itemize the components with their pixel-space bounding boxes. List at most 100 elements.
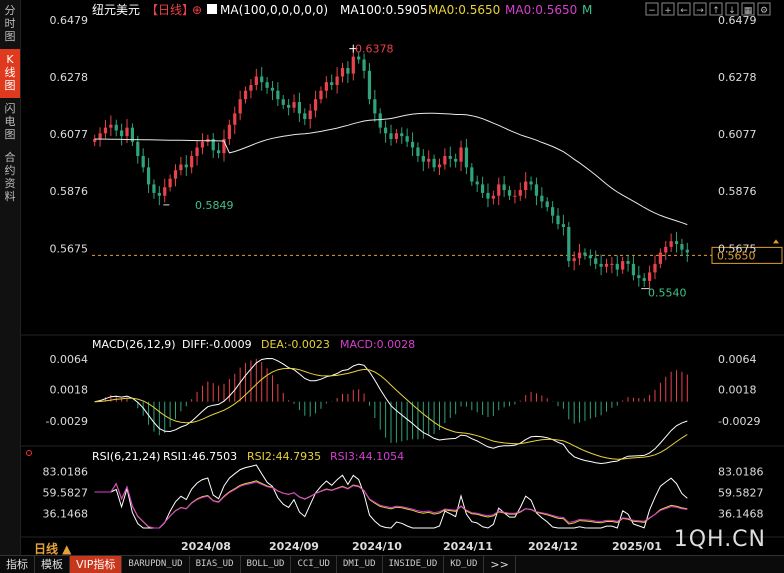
candle-body: [491, 195, 495, 199]
indicator-tab-0[interactable]: 指标: [0, 556, 35, 573]
indicator-tab-7[interactable]: DMI_UD: [337, 556, 383, 573]
price-tick-left: 0.5675: [50, 242, 89, 255]
candle-body: [157, 192, 161, 196]
high-marker-label: 0.6378: [355, 43, 394, 56]
right-arrow-icon-glyph: →: [696, 6, 704, 16]
x-axis-label: 2024/12: [528, 540, 578, 553]
candle-body: [669, 241, 673, 247]
candle-body: [567, 226, 571, 262]
macd-value: MACD:0.0028: [340, 338, 415, 351]
candle-body: [410, 141, 415, 148]
candle-body: [540, 195, 544, 202]
candle-body: [437, 164, 442, 168]
down-arrow-icon-glyph: ↓: [728, 6, 736, 16]
current-price-label: 0.5650: [717, 249, 756, 262]
x-axis-label: 2024/10: [352, 540, 402, 553]
candle-body: [664, 246, 668, 253]
current-price-arrow-icon: [773, 239, 779, 244]
candle-body: [464, 147, 469, 168]
indicator-tab-6[interactable]: CCI_UD: [291, 556, 337, 573]
price-tick-left: 0.6278: [50, 71, 89, 84]
candle-body: [486, 192, 490, 199]
settings-icon-glyph: ⚙: [760, 6, 768, 16]
candle-body: [394, 133, 399, 139]
candle-body: [292, 102, 296, 108]
candle-body: [443, 156, 447, 165]
plus-icon: ⊕: [192, 3, 202, 17]
candle-body: [168, 178, 172, 188]
rsi-tick-left: 83.0186: [43, 465, 89, 478]
candle-body: [599, 263, 603, 267]
candle-body: [184, 164, 188, 168]
rsi-tick-left: 36.1468: [43, 507, 89, 520]
candle-body: [373, 99, 377, 114]
candle-body: [405, 136, 409, 142]
candle-body: [109, 124, 113, 128]
ma-menu-m: M: [582, 3, 592, 17]
candle-body: [621, 261, 625, 270]
candle-body: [265, 82, 269, 88]
rsi-settings-icon[interactable]: [26, 450, 32, 456]
macd-tick-left: 0.0064: [50, 353, 89, 366]
indicator-tab-10[interactable]: >>: [484, 556, 516, 573]
candle-body: [551, 207, 555, 216]
grid-icon-glyph: ▦: [744, 6, 753, 16]
price-tick-right: 0.5876: [718, 185, 757, 198]
price-tick-right: 0.6278: [718, 71, 757, 84]
candle-body: [658, 252, 662, 264]
ma-setting-icon[interactable]: [207, 4, 217, 14]
candle-body: [163, 187, 167, 196]
price-tick-left: 0.5876: [50, 185, 89, 198]
candle-body: [233, 113, 237, 125]
candle-body: [378, 113, 382, 128]
symbol-name: 纽元美元: [92, 3, 140, 17]
candle-body: [604, 263, 609, 267]
rsi1-value: RSI1:46.7503: [163, 450, 237, 463]
candle-body: [583, 252, 587, 256]
indicator-tab-9[interactable]: KD_UD: [444, 556, 485, 573]
macd-diff: DIFF:-0.0009: [182, 338, 252, 351]
rsi-tick-right: 36.1468: [718, 507, 764, 520]
macd-title: MACD(26,12,9): [92, 338, 176, 351]
candle-body: [518, 190, 522, 196]
x-axis-label: 2024/11: [443, 540, 493, 553]
indicator-tab-8[interactable]: INSIDE_UD: [383, 556, 445, 573]
ma100-value: MA100:0.5905: [340, 3, 428, 17]
candle-body: [685, 249, 689, 253]
candle-body: [389, 133, 393, 139]
candle-body: [556, 215, 560, 225]
ma-setting-label: MA(100,0,0,0,0,0): [220, 3, 328, 17]
candle-body: [200, 141, 205, 148]
candle-body: [383, 127, 388, 134]
candle-body: [313, 99, 318, 111]
candle-body: [260, 76, 264, 83]
candle-body: [637, 275, 641, 279]
candle-body: [367, 70, 372, 100]
candle-body: [454, 158, 458, 162]
indicator-tab-2[interactable]: VIP指标: [70, 556, 123, 573]
price-tick-left: 0.6077: [50, 128, 89, 141]
candle-body: [276, 90, 280, 100]
candle-body: [545, 201, 549, 208]
candle-body: [615, 263, 619, 270]
indicator-tab-1[interactable]: 模板: [35, 556, 70, 573]
candle-body: [254, 76, 258, 86]
indicator-tab-5[interactable]: BOLL_UD: [241, 556, 292, 573]
ma0-value-b: MA0:0.5650: [505, 3, 577, 17]
candle-body: [98, 133, 102, 139]
candle-body: [114, 124, 118, 131]
candle-body: [362, 59, 366, 71]
indicator-tab-4[interactable]: BIAS_UD: [190, 556, 241, 573]
candle-body: [103, 127, 108, 134]
candle-body: [653, 263, 657, 273]
candle-body: [448, 156, 452, 159]
indicator-tab-3[interactable]: BARUPDN_UD: [122, 556, 190, 573]
candle-body: [427, 158, 431, 162]
candle-body: [297, 102, 302, 114]
candle-body: [534, 184, 539, 196]
watermark: 1QH.CN: [673, 527, 766, 552]
rsi-tick-left: 59.5827: [43, 486, 89, 499]
candle-body: [324, 82, 328, 91]
candle-body: [588, 255, 592, 259]
price-tick-right: 0.6077: [718, 128, 757, 141]
